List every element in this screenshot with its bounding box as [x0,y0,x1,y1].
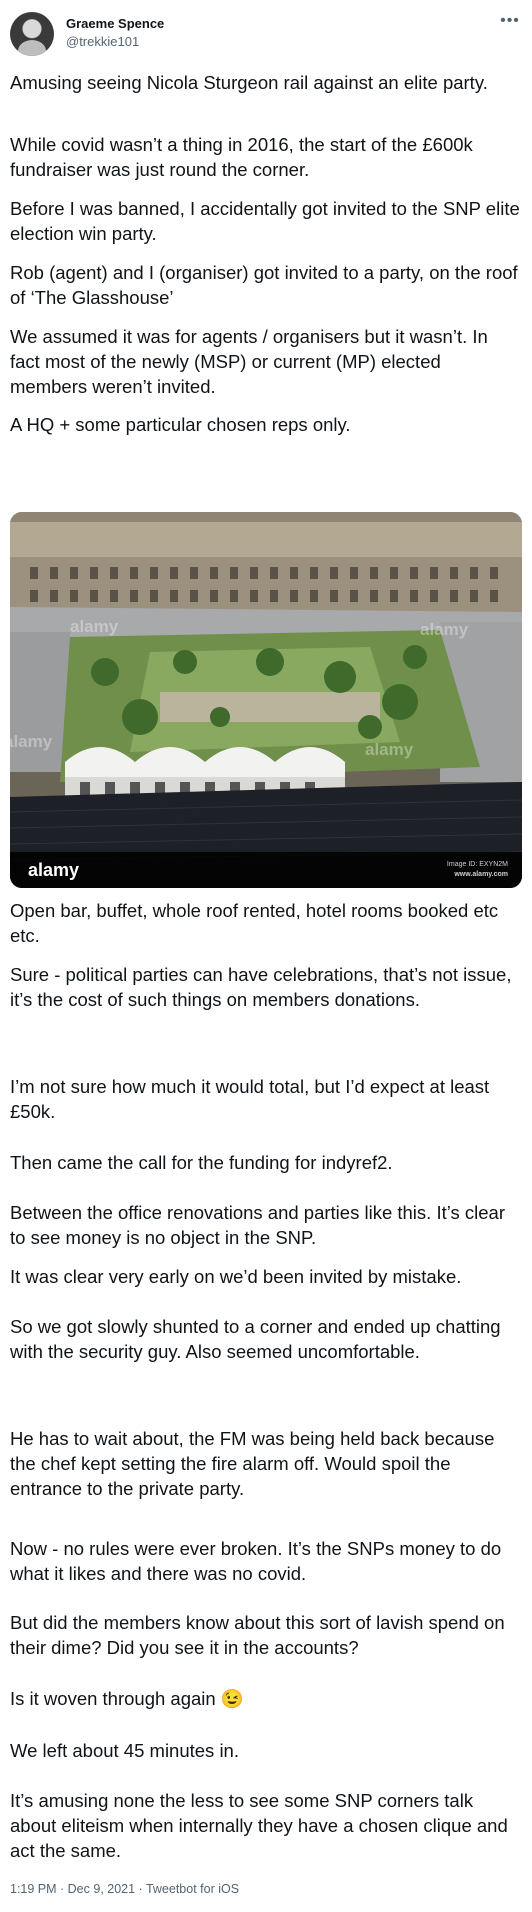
tweet-text-paragraph: He has to wait about, the FM was being h… [10,1428,495,1499]
tweet-text-paragraph: We left about 45 minutes in. [10,1740,239,1761]
tweet-text-paragraph: It was clear very early on we’d been inv… [10,1266,462,1287]
tweet-text-paragraph: Between the office renovations and parti… [10,1202,505,1248]
tweet-text-paragraph: While covid wasn’t a thing in 2016, the … [10,134,473,180]
tweet-text-paragraph: It’s amusing none the less to see some S… [10,1790,508,1861]
tweet-text-paragraph: We assumed it was for agents / organiser… [10,326,488,397]
tweet-text-paragraph: Before I was banned, I accidentally got … [10,198,520,244]
tweet-text-paragraph: Then came the call for the funding for i… [10,1152,393,1173]
author-handle[interactable]: @trekkie101 [66,34,139,49]
tweet-header: Graeme Spence @trekkie101 ••• [10,12,522,58]
tweet-text-paragraph: But did the members know about this sort… [10,1612,505,1658]
tweet-text-paragraph: Amusing seeing Nicola Sturgeon rail agai… [10,72,488,93]
watermark-text: alamy [365,740,414,759]
tweet-text-paragraph: Sure - political parties can have celebr… [10,964,512,1010]
tweet-text-paragraph: Rob (agent) and I (organiser) got invite… [10,262,518,308]
tweet-text-paragraph: A HQ + some particular chosen reps only. [10,414,351,435]
tweet-photo[interactable]: alamy alamy alamy alamy alamy Image ID: … [10,512,522,888]
author-name[interactable]: Graeme Spence [66,16,164,31]
avatar[interactable] [10,12,54,56]
tweet-timestamp[interactable]: 1:19 PM · Dec 9, 2021 · Tweetbot for iOS [10,1882,239,1896]
image-id: Image ID: EXYN2M [446,861,508,868]
watermark-text: alamy [10,732,53,751]
more-horizontal-icon[interactable]: ••• [498,13,522,34]
watermark-text: alamy [420,620,469,639]
glasshouse-roof-photo [10,512,522,888]
alamy-logo: alamy [28,860,80,880]
tweet-text-paragraph: Now - no rules were ever broken. It’s th… [10,1538,502,1584]
tweet-text-paragraph: Open bar, buffet, whole roof rented, hot… [10,900,499,946]
tweet-text-paragraph: Is it woven through again 😉 [10,1688,244,1709]
watermark-text: alamy [70,617,119,636]
image-site: www.alamy.com [454,871,508,878]
tweet-text-paragraph: I’m not sure how much it would total, bu… [10,1076,490,1122]
image-credit: Image ID: EXYN2M www.alamy.com [447,860,508,880]
tweet-text-paragraph: So we got slowly shunted to a corner and… [10,1316,501,1362]
